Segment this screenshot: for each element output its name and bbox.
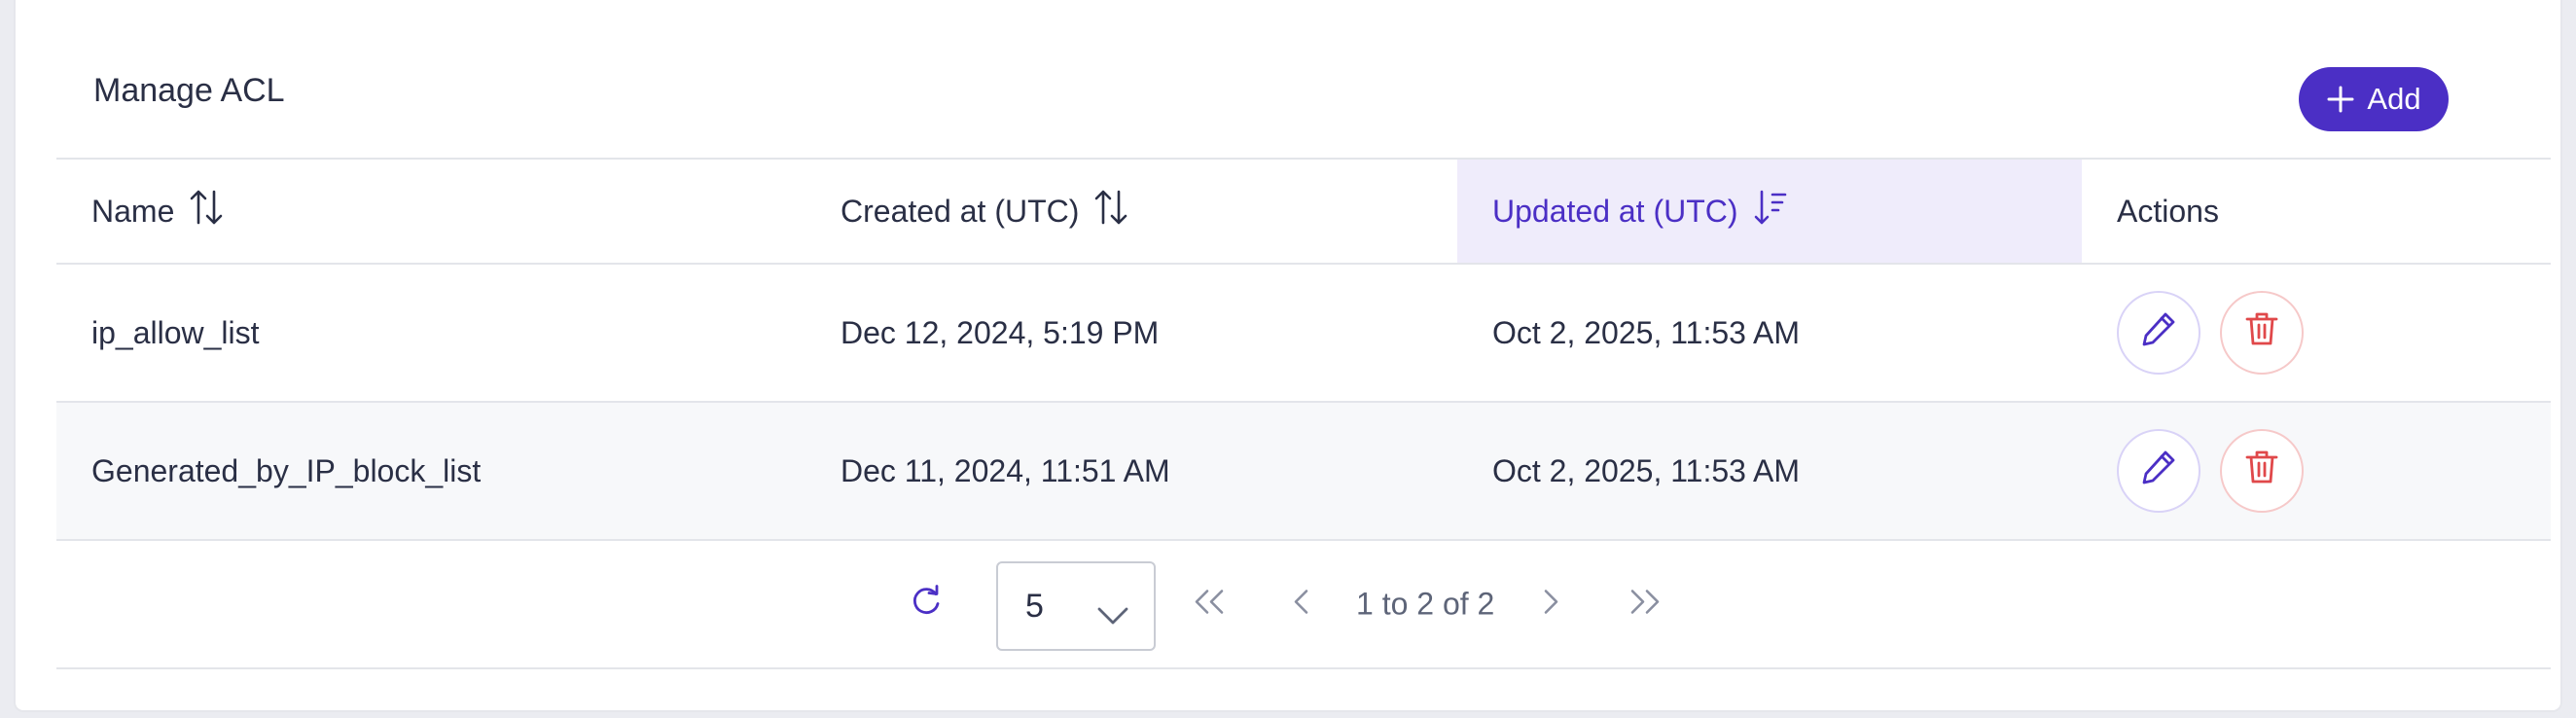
sort-unsorted-icon[interactable] xyxy=(1094,188,1127,234)
table-header-row: Name Created at (UTC) Updated at (UTC) A… xyxy=(56,158,2551,263)
pagination-bar: 5 1 to 2 of 2 xyxy=(56,539,2551,669)
chevron-down-icon xyxy=(1097,596,1128,634)
actions-cell xyxy=(2082,403,2551,539)
column-header-label: Created at (UTC) xyxy=(841,193,1080,229)
last-page-button[interactable] xyxy=(1628,590,1662,620)
acl-name-cell: ip_allow_list xyxy=(91,314,260,350)
edit-button[interactable] xyxy=(2117,291,2200,375)
plus-icon xyxy=(2326,85,2355,114)
delete-button[interactable] xyxy=(2220,291,2304,375)
sort-descending-icon[interactable] xyxy=(1754,188,1787,234)
pagination-info: 1 to 2 of 2 xyxy=(1356,586,1495,622)
table-row: ip_allow_list Dec 12, 2024, 5:19 PM Oct … xyxy=(56,263,2551,401)
actions-cell xyxy=(2082,265,2551,401)
updated-at-cell: Oct 2, 2025, 11:53 AM xyxy=(1492,314,1801,350)
pencil-icon xyxy=(2139,448,2178,494)
trash-icon xyxy=(2242,448,2281,494)
created-at-cell: Dec 11, 2024, 11:51 AM xyxy=(841,452,1170,488)
pencil-icon xyxy=(2139,309,2178,356)
column-header-label: Updated at (UTC) xyxy=(1492,193,1738,229)
acl-name-cell: Generated_by_IP_block_list xyxy=(91,452,482,488)
page-title: Manage ACL xyxy=(93,72,285,109)
refresh-button[interactable] xyxy=(907,583,946,627)
first-page-icon xyxy=(1193,590,1226,620)
acl-card: Manage ACL Add Name Created at (UTC) Upd… xyxy=(14,0,2562,712)
column-header-actions: Actions xyxy=(2082,160,2551,263)
updated-at-cell: Oct 2, 2025, 11:53 AM xyxy=(1492,452,1801,488)
prev-page-button[interactable] xyxy=(1292,590,1311,620)
column-header-created[interactable]: Created at (UTC) xyxy=(805,160,1428,263)
column-header-name[interactable]: Name xyxy=(56,160,805,263)
delete-button[interactable] xyxy=(2220,429,2304,513)
edit-button[interactable] xyxy=(2117,429,2200,513)
add-button[interactable]: Add xyxy=(2299,67,2449,131)
table-row: Generated_by_IP_block_list Dec 11, 2024,… xyxy=(56,401,2551,539)
acl-table: Name Created at (UTC) Updated at (UTC) A… xyxy=(56,158,2551,669)
first-page-button[interactable] xyxy=(1193,590,1226,620)
next-page-button[interactable] xyxy=(1541,590,1560,620)
created-at-cell: Dec 12, 2024, 5:19 PM xyxy=(841,314,1160,350)
column-header-label: Name xyxy=(91,193,175,229)
column-header-label: Actions xyxy=(2117,193,2219,229)
last-page-icon xyxy=(1628,590,1662,620)
trash-icon xyxy=(2242,309,2281,356)
column-header-updated[interactable]: Updated at (UTC) xyxy=(1457,160,2082,263)
prev-page-icon xyxy=(1292,590,1311,620)
refresh-icon xyxy=(907,583,946,627)
next-page-icon xyxy=(1541,590,1560,620)
page-size-value: 5 xyxy=(1025,587,1044,625)
add-button-label: Add xyxy=(2367,82,2421,116)
sort-unsorted-icon[interactable] xyxy=(190,188,223,234)
page-size-select[interactable]: 5 xyxy=(996,561,1156,651)
